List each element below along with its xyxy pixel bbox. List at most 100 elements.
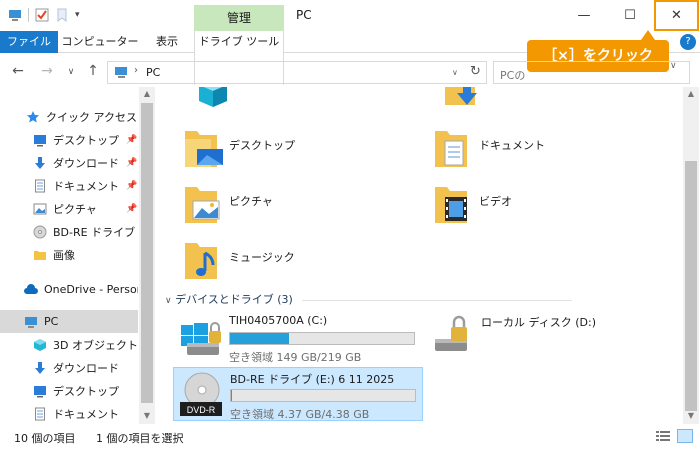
forward-button[interactable]: → [38,63,56,79]
download-icon [35,361,45,374]
music-folder-icon [185,243,217,279]
new-folder-icon[interactable] [55,8,69,22]
sidebar-item-label: PC [44,315,59,328]
sidebar-item-label: ドキュメント [53,407,119,421]
3d-objects-folder-icon [199,87,227,107]
refresh-icon[interactable]: ↻ [470,64,481,79]
sidebar-item-label: デスクトップ [53,133,119,147]
sidebar-item-label: OneDrive - Person [44,283,138,296]
sidebar-item-3d-objects[interactable]: 3D オブジェクト [0,333,138,356]
cube-icon [34,338,46,351]
address-path[interactable]: PC [146,66,160,79]
folder-downloads[interactable] [415,87,645,127]
tiles-view-icon[interactable] [677,429,693,443]
download-icon [35,156,45,169]
toolbar-separator [28,8,29,22]
drive-free-space: 空き領域 4.37 GB/4.38 GB [230,408,370,421]
search-box[interactable]: PCの [493,61,690,84]
windows-drive-icon [181,322,221,355]
folder-music[interactable]: ミュージック [155,239,385,291]
sidebar-item-desktop[interactable]: デスクトップ 📌 [0,128,138,151]
recent-locations-button[interactable]: ∨ [62,67,80,77]
sidebar-item-downloads-pc[interactable]: ダウンロード [0,356,138,379]
sidebar-item-label: デスクトップ [53,384,119,398]
picture-icon [33,203,47,214]
dvd-r-icon: DVD-R [180,372,222,416]
tab-view[interactable]: 表示 [142,31,192,53]
drive-free-space: 空き領域 149 GB/219 GB [229,351,362,364]
pin-icon[interactable]: 📌 [126,204,137,214]
sidebar-item-documents-pc[interactable]: ドキュメント [0,402,138,424]
sidebar-scrollbar[interactable]: ▲ ▼ [139,87,155,424]
folder-label: デスクトップ [229,139,295,152]
content-scroll-thumb[interactable] [685,161,697,411]
sidebar-item-images[interactable]: 画像 [0,243,138,266]
pin-icon[interactable]: 📌 [126,181,137,191]
sidebar-item-bd-re-drive[interactable]: BD-RE ドライブ (E: [0,220,138,243]
folder-3d-objects[interactable] [165,87,395,127]
tab-file[interactable]: ファイル [0,31,58,53]
minimize-button[interactable]: — [561,0,607,31]
address-bar[interactable]: › PC ∨ ↻ [107,61,487,84]
maximize-icon: ☐ [624,8,636,23]
folder-label: ピクチャ [229,195,273,208]
sidebar-item-label: 画像 [53,248,75,262]
maximize-button[interactable]: ☐ [607,0,653,31]
sidebar-item-pictures[interactable]: ピクチャ 📌 [0,197,138,220]
address-dropdown-icon[interactable]: ∨ [452,68,458,77]
drive-d[interactable]: ローカル ディスク (D:) [425,311,675,365]
content-scrollbar[interactable]: ▲ ▼ [683,87,699,424]
selection-count: 1 個の項目を選択 [96,432,184,445]
sidebar-item-onedrive[interactable]: OneDrive - Person [0,278,138,301]
group-header-devices[interactable]: ∨ デバイスとドライブ (3) [165,291,573,307]
sidebar-item-pc[interactable]: PC [0,310,138,333]
help-icon[interactable]: ? [680,34,696,50]
dvd-r-badge: DVD-R [187,405,216,415]
window-title: PC [296,8,312,22]
scroll-down-icon[interactable]: ▼ [139,411,155,420]
drive-e[interactable]: DVD-R BD-RE ドライブ (E:) 6 11 2025 空き領域 4.3… [173,367,423,421]
pc-icon [25,316,37,328]
pin-icon[interactable]: 📌 [126,135,137,145]
item-count: 10 個の項目 [14,432,76,445]
disc-icon [33,225,47,238]
pin-icon[interactable]: 📌 [126,158,137,168]
sidebar-item-label: ピクチャ [53,202,97,216]
details-view-icon[interactable] [656,430,670,442]
file-list: デスクトップ ドキュメント ピクチャ ビデオ ミュージック ∨ デバイスとドライ… [155,87,700,424]
close-button[interactable]: ✕ [654,0,699,31]
sidebar-item-label: クイック アクセス [46,110,137,124]
drive-c[interactable]: TIH0405700A (C:) 空き領域 149 GB/219 GB [173,311,423,365]
scroll-up-icon[interactable]: ▲ [683,89,699,98]
folder-label: ミュージック [229,251,295,264]
scroll-up-icon[interactable]: ▲ [139,89,155,98]
up-button[interactable]: ↑ [84,63,102,79]
folder-desktop[interactable]: デスクトップ [155,127,385,179]
drive-name: ローカル ディスク (D:) [481,316,596,329]
breadcrumb-separator-icon[interactable]: › [134,65,138,76]
cloud-icon [24,283,38,294]
folder-pictures[interactable]: ピクチャ [155,183,385,235]
back-button[interactable]: ← [9,63,27,79]
folder-videos[interactable]: ビデオ [405,183,635,235]
status-bar: 10 個の項目 1 個の項目を選択 [0,424,700,449]
tab-computer[interactable]: コンピューター [60,31,140,53]
search-placeholder: PCの [500,69,526,82]
folder-label: ドキュメント [479,139,545,152]
group-header-label: デバイスとドライブ (3) [175,293,293,306]
sidebar-item-downloads[interactable]: ダウンロード 📌 [0,151,138,174]
properties-check-icon[interactable] [35,8,49,22]
pictures-folder-icon [185,187,220,223]
desktop-icon [34,134,46,146]
pc-icon[interactable] [8,8,22,22]
scroll-down-icon[interactable]: ▼ [683,411,699,420]
customize-toolbar-icon[interactable]: ▾ [75,10,80,20]
folder-documents[interactable]: ドキュメント [405,127,635,179]
sidebar-scroll-thumb[interactable] [141,103,153,403]
sidebar-item-label: ダウンロード [53,361,119,375]
sidebar-item-quick-access[interactable]: クイック アクセス [0,105,138,128]
collapse-chevron-icon[interactable]: ∨ [165,296,172,306]
sidebar-item-desktop-pc[interactable]: デスクトップ [0,379,138,402]
navigation-pane: クイック アクセス デスクトップ 📌 ダウンロード 📌 ドキュメント 📌 ピクチ… [0,87,155,424]
sidebar-item-documents[interactable]: ドキュメント 📌 [0,174,138,197]
